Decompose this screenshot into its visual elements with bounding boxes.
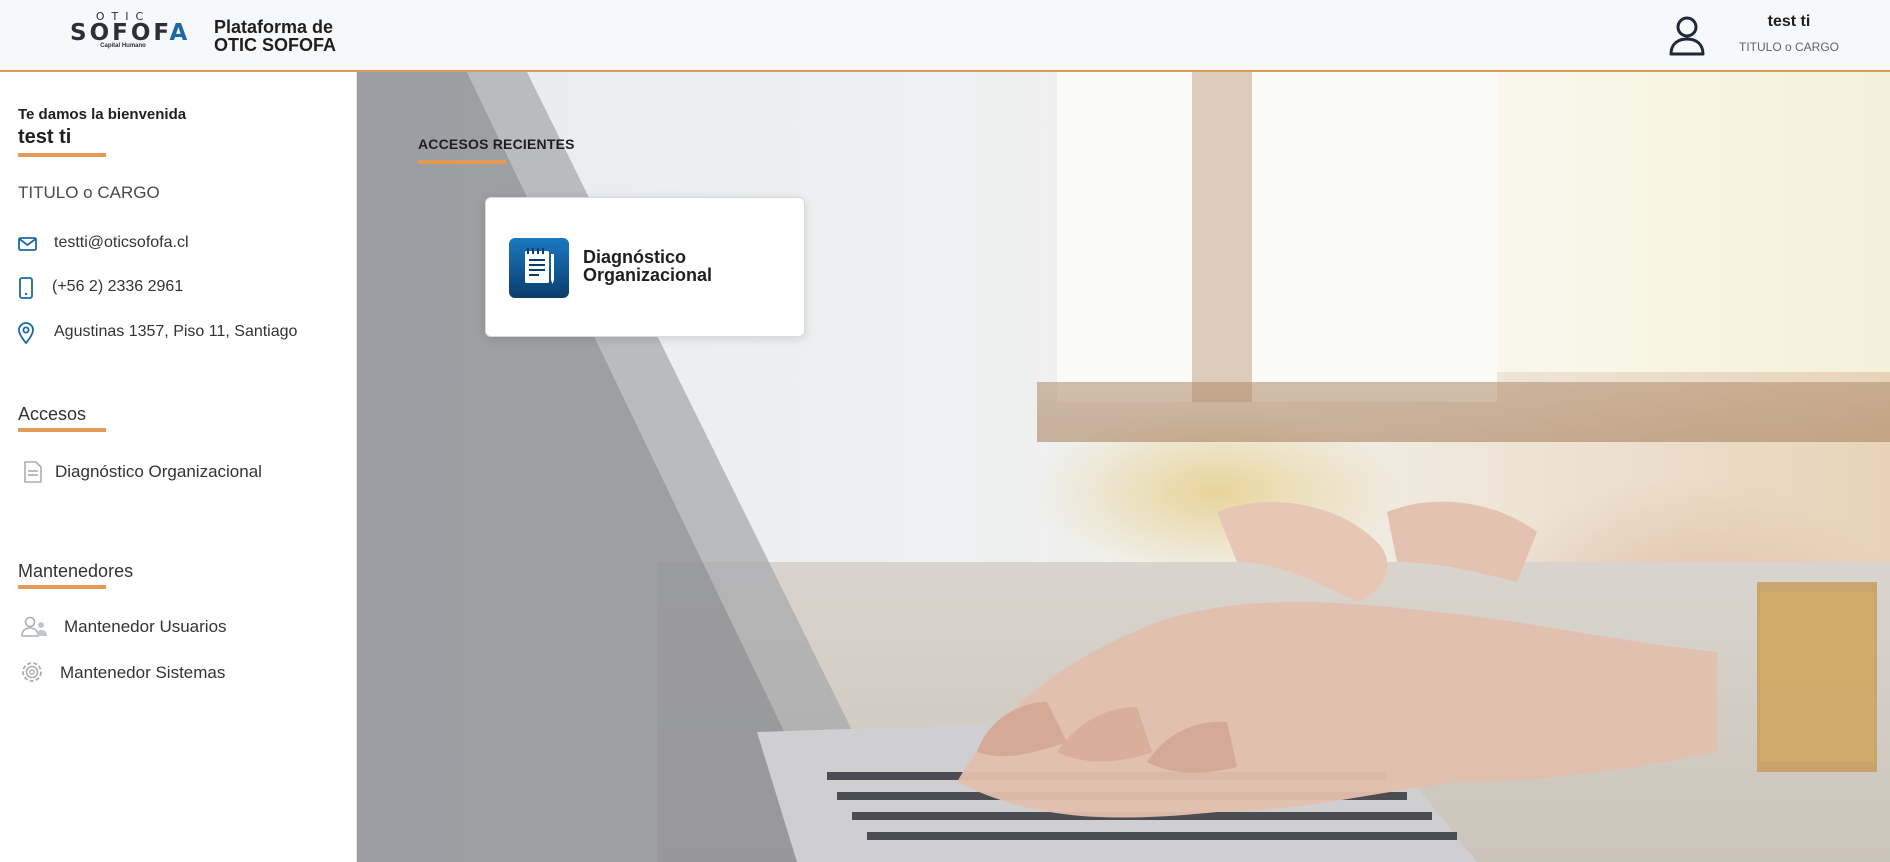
recent-card-label-line1: Diagnóstico: [583, 247, 687, 267]
contact-phone-text: (+56 2) 2336 2961: [52, 278, 184, 295]
recent-accesses-underline: [418, 160, 506, 164]
user-name-underline: [18, 153, 106, 157]
platform-title: Plataforma de OTIC SOFOFA: [214, 18, 336, 54]
contact-address-text: Agustinas 1357, Piso 11, Santiago: [54, 323, 298, 340]
header-user-name[interactable]: test ti: [1716, 13, 1862, 31]
contact-email: testti@oticsofofa.cl: [16, 232, 346, 256]
background-hands-illustration: [957, 501, 1717, 818]
location-pin-icon: [16, 321, 40, 345]
phone-icon: [16, 276, 40, 300]
sidebar-item-mantenedor-sistemas[interactable]: Mantenedor Sistemas: [18, 660, 338, 686]
notebook-icon: [509, 238, 569, 298]
sidebar-item-label: Mantenedor Usuarios: [64, 617, 227, 636]
platform-title-line1: Plataforma de: [214, 17, 334, 37]
otic-sofofa-logo[interactable]: OTIC SOFOFA Capital Humano: [70, 10, 187, 52]
sidebar: Te damos la bienvenida test ti TITULO o …: [0, 72, 357, 862]
accesos-section-title: Accesos: [18, 404, 87, 424]
sidebar-user-name: test ti: [18, 126, 72, 148]
platform-title-line2: OTIC SOFOFA: [214, 35, 337, 55]
welcome-text: Te damos la bienvenida: [18, 106, 187, 123]
mantenedores-underline: [18, 585, 106, 589]
users-icon: [20, 614, 47, 640]
recent-accesses-title: ACCESOS RECIENTES: [418, 136, 575, 152]
contact-phone: (+56 2) 2336 2961: [16, 276, 346, 300]
contact-address: Agustinas 1357, Piso 11, Santiago: [16, 321, 346, 345]
contact-email-text[interactable]: testti@oticsofofa.cl: [54, 234, 189, 252]
recent-card-label: Diagnóstico Organizacional: [583, 248, 783, 284]
accesos-underline: [18, 428, 106, 432]
header-user-title: TITULO o CARGO: [1738, 40, 1839, 54]
sidebar-user-role: TITULO o CARGO: [18, 183, 160, 202]
recent-card-label-line2: Organizacional: [583, 265, 713, 285]
mantenedores-section-title: Mantenedores: [18, 561, 134, 581]
main-content: ACCESOS RECIENTES Diagnóstico Organizaci…: [357, 72, 1890, 862]
logo-tagline: Capital Humano: [100, 43, 146, 49]
document-icon: [20, 459, 46, 485]
sidebar-item-mantenedor-usuarios[interactable]: Mantenedor Usuarios: [18, 614, 338, 640]
recent-card-diagnostico[interactable]: Diagnóstico Organizacional: [485, 197, 805, 337]
gear-icon: [20, 660, 46, 686]
top-header: OTIC SOFOFA Capital Humano Plataforma de…: [0, 0, 1890, 72]
user-icon[interactable]: [1668, 14, 1706, 56]
sidebar-item-diagnostico[interactable]: Diagnóstico Organizacional: [18, 459, 338, 485]
sidebar-item-label: Mantenedor Sistemas: [60, 663, 226, 682]
sidebar-item-label: Diagnóstico Organizacional: [55, 462, 262, 481]
mail-icon: [16, 232, 40, 256]
